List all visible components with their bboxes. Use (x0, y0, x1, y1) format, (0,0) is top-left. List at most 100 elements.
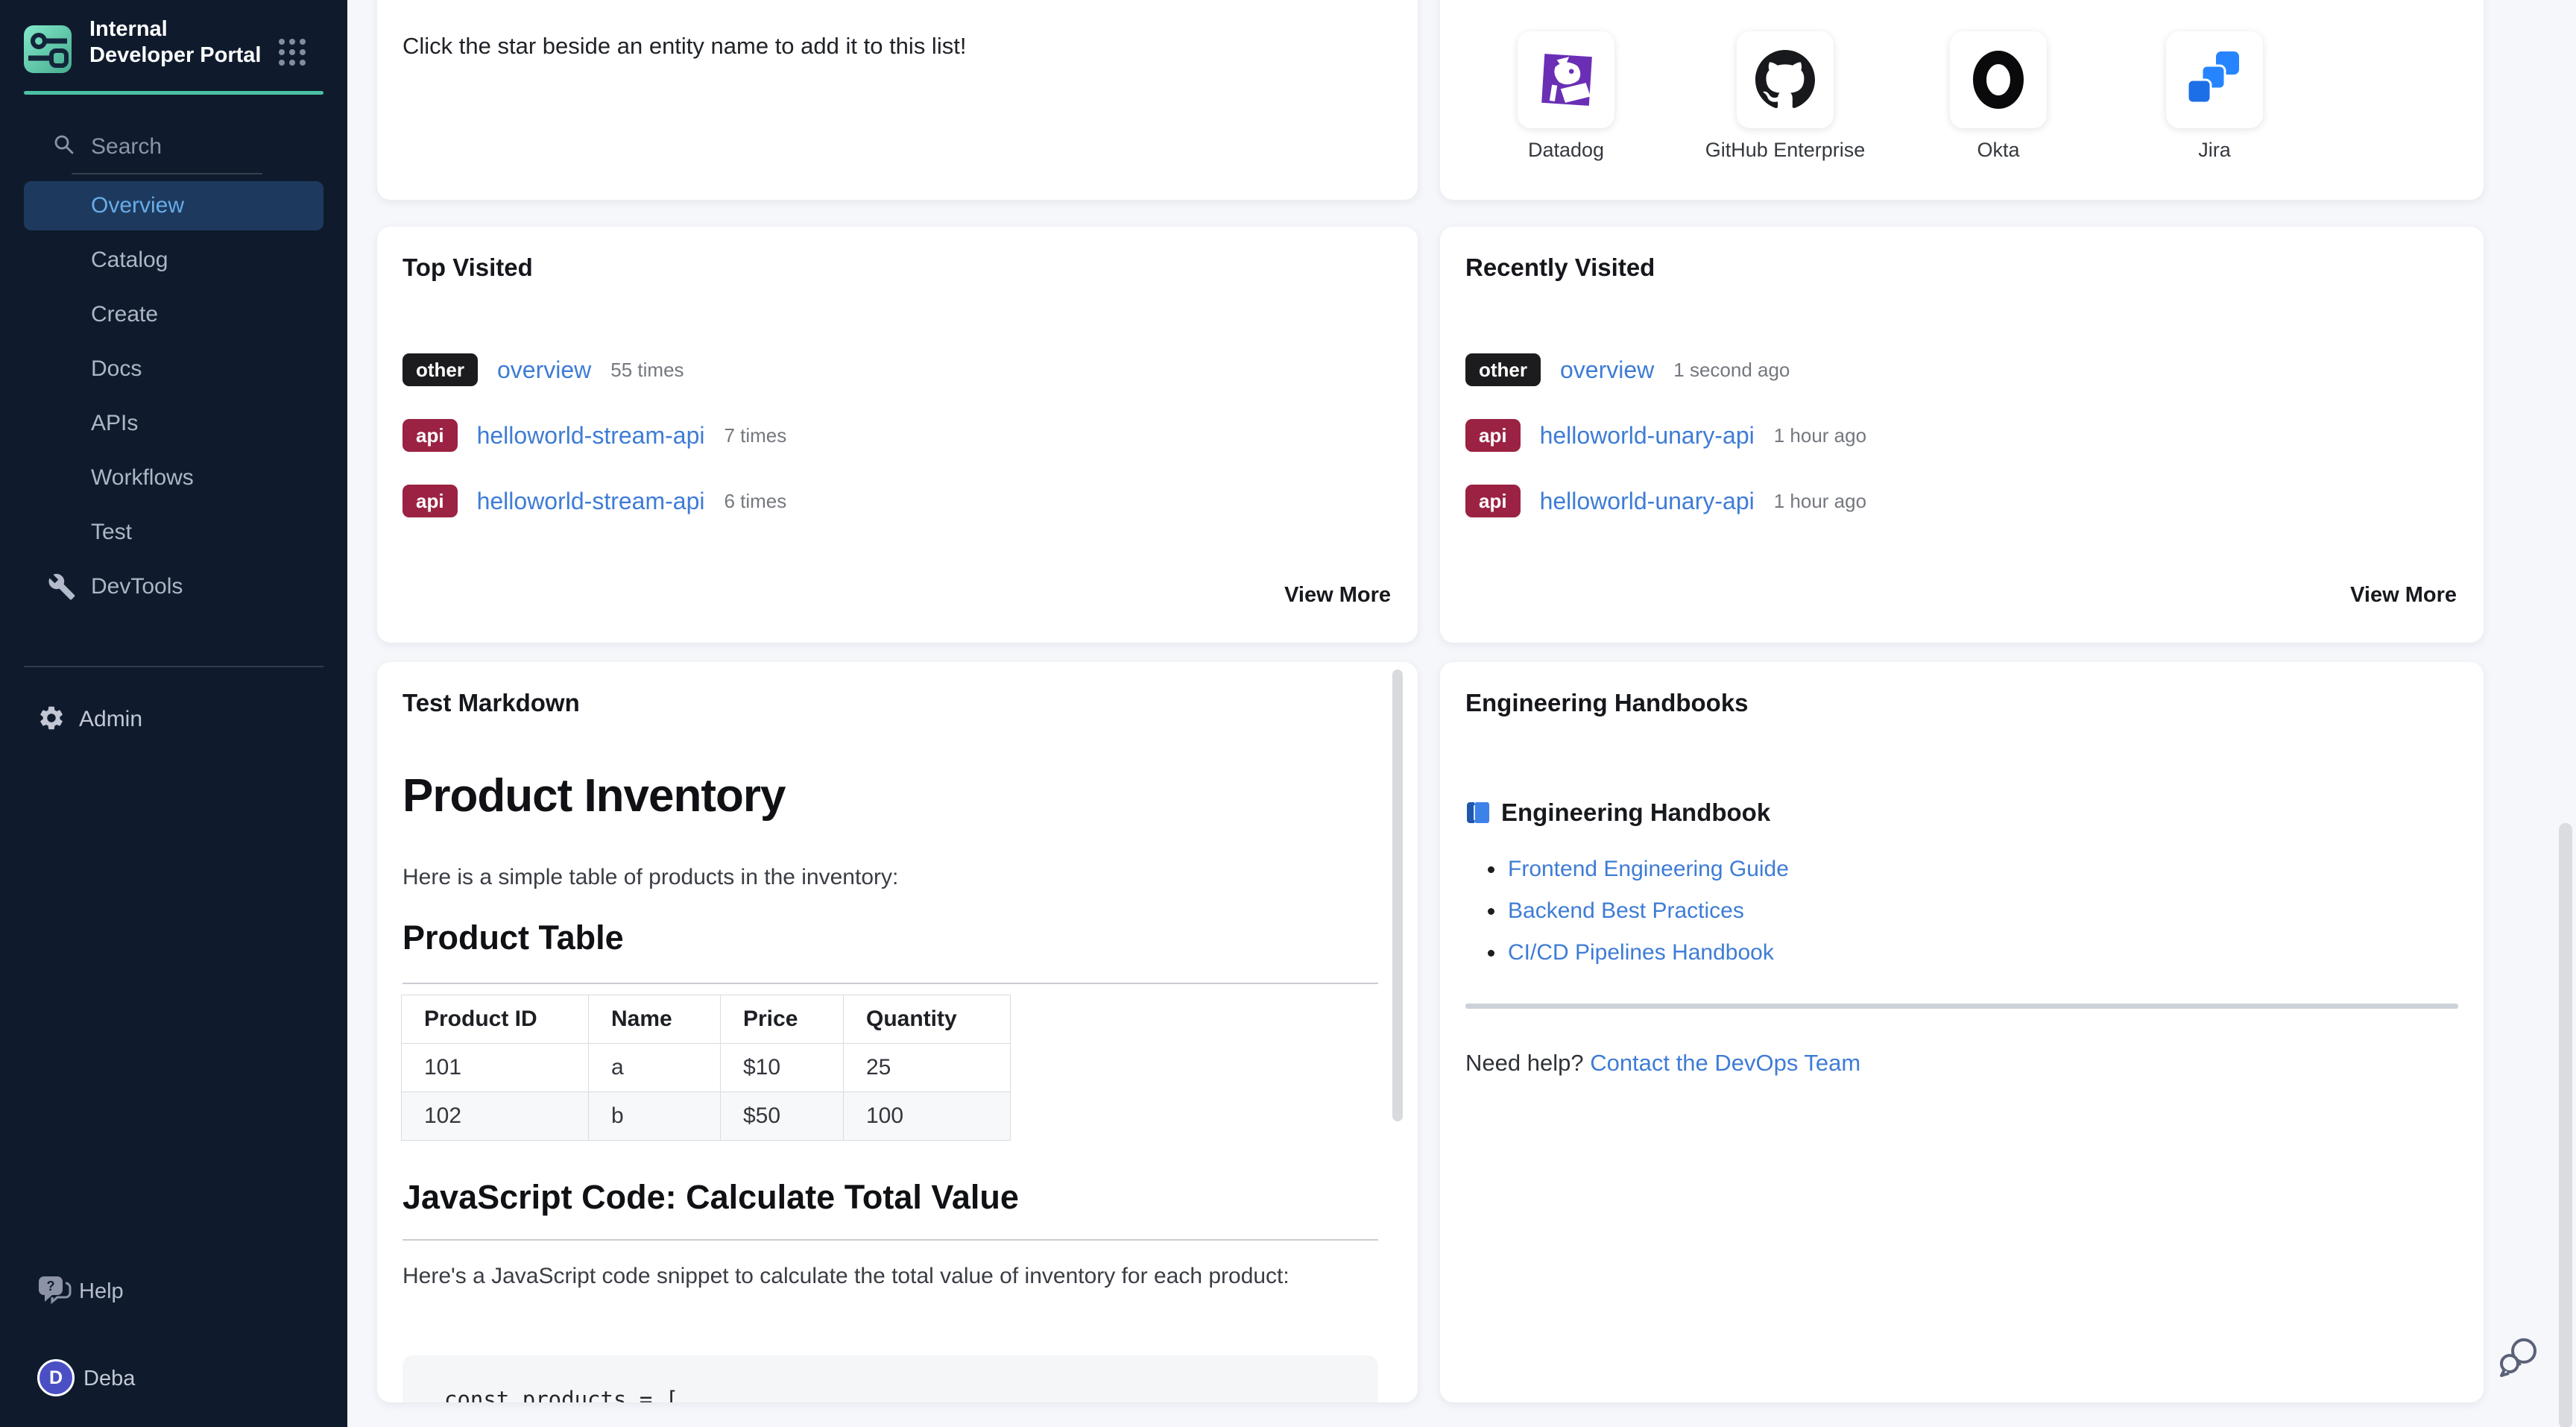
okta-icon (1969, 50, 2028, 110)
search-icon (52, 133, 76, 157)
sidebar-divider (24, 666, 323, 667)
contact-devops-link[interactable]: Contact the DevOps Team (1590, 1050, 1860, 1076)
apps-grid-icon[interactable] (279, 39, 306, 66)
user-menu[interactable]: D Deba (37, 1359, 306, 1398)
column-header: Name (589, 995, 721, 1044)
product-table: Product ID Name Price Quantity 101 a $10… (401, 995, 1011, 1141)
toolkit-tile-jira[interactable] (2166, 31, 2263, 128)
brand-title: Internal Developer Portal (89, 16, 277, 69)
entity-link[interactable]: helloworld-unary-api (1540, 422, 1755, 450)
chat-widget-button[interactable] (2497, 1335, 2540, 1378)
kind-badge: api (1465, 419, 1521, 452)
visited-row: other overview 55 times (402, 352, 684, 388)
table-cell: 102 (402, 1092, 589, 1141)
table-cell: b (589, 1092, 721, 1141)
sidebar-item-label: Create (91, 302, 158, 327)
toolkit-label: Datadog (1454, 139, 1678, 162)
sidebar-item-label: Overview (91, 193, 184, 218)
app-logo-icon (24, 25, 72, 73)
table-cell: 25 (844, 1044, 1011, 1092)
blue-book-icon (1465, 801, 1491, 825)
sidebar-item-catalog[interactable]: Catalog (24, 236, 323, 285)
toolkit-card: Datadog GitHub Enterprise Okta Jira (1440, 0, 2484, 200)
toolkit-tile-github[interactable] (1737, 31, 1834, 128)
sidebar-item-test[interactable]: Test (24, 508, 323, 557)
table-row: 101 a $10 25 (402, 1044, 1011, 1092)
sidebar-item-help[interactable]: ? Help (37, 1273, 306, 1312)
view-more-button[interactable]: View More (1284, 583, 1391, 608)
card-title: Engineering Handbooks (1465, 689, 1749, 717)
list-item: Backend Best Practices (1488, 890, 1789, 932)
toolkit-label: Okta (1887, 139, 2110, 162)
table-row: 102 b $50 100 (402, 1092, 1011, 1141)
avatar: D (37, 1359, 75, 1396)
sidebar-item-docs[interactable]: Docs (24, 344, 323, 394)
sidebar-item-label: DevTools (91, 574, 183, 599)
sidebar-item-label: Workflows (91, 465, 194, 490)
gear-icon (37, 704, 66, 732)
card-scrollbar[interactable] (1392, 670, 1403, 1121)
sidebar-item-devtools[interactable]: DevTools (24, 562, 323, 611)
jira-icon (2185, 50, 2244, 110)
entity-link[interactable]: helloworld-stream-api (477, 422, 705, 450)
sidebar-item-label: Docs (91, 356, 142, 381)
page-scrollbar-thumb[interactable] (2559, 823, 2572, 1427)
search-input[interactable]: Search (52, 133, 298, 163)
sidebar: Internal Developer Portal Search Overvie… (0, 0, 347, 1427)
entity-link[interactable]: overview (1560, 356, 1654, 384)
visit-time: 1 hour ago (1774, 424, 1866, 447)
visited-row: api helloworld-stream-api 6 times (402, 483, 786, 519)
recently-visited-card: Recently Visited other overview 1 second… (1440, 227, 2484, 643)
card-title: Top Visited (402, 253, 533, 282)
kind-badge: other (402, 353, 478, 386)
sidebar-item-label: Catalog (91, 248, 168, 272)
visit-count: 7 times (724, 424, 786, 447)
table-cell: a (589, 1044, 721, 1092)
entity-link[interactable]: helloworld-stream-api (477, 488, 705, 515)
kind-badge: other (1465, 353, 1541, 386)
user-name: Deba (83, 1367, 135, 1391)
sidebar-item-create[interactable]: Create (24, 290, 323, 339)
entity-link[interactable]: overview (497, 356, 591, 384)
top-visited-card: Top Visited other overview 55 times api … (377, 227, 1418, 643)
visited-row: api helloworld-unary-api 1 hour ago (1465, 418, 1866, 453)
github-icon (1755, 50, 1815, 110)
brand-accent-rule (24, 91, 323, 95)
engineering-handbooks-card: Engineering Handbooks Engineering Handbo… (1440, 662, 2484, 1402)
chat-bubbles-icon (2497, 1335, 2540, 1378)
view-more-button[interactable]: View More (2350, 583, 2457, 608)
code-block: const products = [ (402, 1355, 1378, 1402)
code-snippet: const products = [ (444, 1387, 678, 1402)
sidebar-item-label: Test (91, 520, 132, 544)
markdown-paragraph: Here's a JavaScript code snippet to calc… (402, 1259, 1364, 1294)
sidebar-item-admin[interactable]: Admin (24, 699, 323, 743)
sidebar-item-apis[interactable]: APIs (24, 399, 323, 448)
markdown-paragraph: Here is a simple table of products in th… (402, 865, 898, 890)
visited-row: api helloworld-stream-api 7 times (402, 418, 786, 453)
kind-badge: api (402, 419, 458, 452)
toolkit-tile-okta[interactable] (1950, 31, 2047, 128)
handbook-link-backend[interactable]: Backend Best Practices (1508, 898, 1744, 924)
handbook-section-heading: Engineering Handbook (1465, 796, 1770, 829)
help-prefix: Need help? (1465, 1050, 1590, 1076)
search-underline (72, 173, 262, 174)
toolkit-tile-datadog[interactable] (1518, 31, 1614, 128)
table-cell: 100 (844, 1092, 1011, 1141)
handbook-link-cicd[interactable]: CI/CD Pipelines Handbook (1508, 940, 1774, 965)
toolkit-label: GitHub Enterprise (1673, 139, 1897, 162)
sidebar-item-overview[interactable]: Overview (24, 181, 323, 230)
markdown-divider (402, 1239, 1378, 1241)
chat-question-icon: ? (37, 1273, 73, 1308)
visited-row: api helloworld-unary-api 1 hour ago (1465, 483, 1866, 519)
list-item: CI/CD Pipelines Handbook (1488, 932, 1789, 974)
kind-badge: api (402, 485, 458, 517)
page: Internal Developer Portal Search Overvie… (0, 0, 2576, 1427)
handbook-link-frontend[interactable]: Frontend Engineering Guide (1508, 857, 1789, 882)
sidebar-item-workflows[interactable]: Workflows (24, 453, 323, 503)
svg-text:?: ? (47, 1279, 55, 1294)
entity-link[interactable]: helloworld-unary-api (1540, 488, 1755, 515)
kind-badge: api (1465, 485, 1521, 517)
column-header: Quantity (844, 995, 1011, 1044)
list-item: Frontend Engineering Guide (1488, 848, 1789, 890)
card-title: Recently Visited (1465, 253, 1655, 282)
